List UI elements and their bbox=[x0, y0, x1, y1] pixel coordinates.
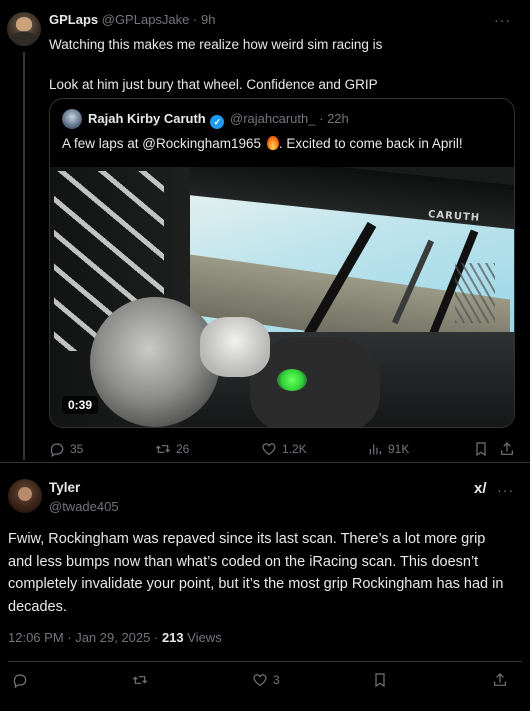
reply-author-handle[interactable]: @twade405 bbox=[49, 499, 119, 514]
video-netting bbox=[455, 263, 495, 323]
grok-icon[interactable]: x/ bbox=[474, 480, 487, 497]
more-icon[interactable]: ··· bbox=[497, 482, 514, 498]
reply-timestamp[interactable]: 12:06 PM · Jan 29, 2025 bbox=[8, 630, 150, 645]
reply-text: Fwiw, Rockingham was repaved since its l… bbox=[8, 531, 504, 615]
video-green-light bbox=[277, 369, 307, 391]
quoted-post-text: A few laps at @Rockingham1965 . Excited … bbox=[62, 135, 463, 153]
share-button[interactable] bbox=[492, 672, 508, 688]
avatar[interactable] bbox=[62, 109, 82, 129]
fire-icon bbox=[266, 136, 279, 150]
reply-actions: 3 bbox=[0, 672, 530, 694]
bookmark-icon bbox=[476, 442, 486, 457]
author-name[interactable]: GPLaps bbox=[49, 12, 98, 27]
reply-button[interactable]: 35 bbox=[49, 441, 83, 457]
views-count: 91K bbox=[388, 442, 410, 456]
reply-views-label: Views bbox=[183, 630, 222, 645]
reply-meta: 12:06 PM · Jan 29, 2025 · 213 Views bbox=[8, 630, 222, 645]
like-button[interactable]: 1.2K bbox=[261, 441, 307, 457]
video-player[interactable]: CARUTH 0:39 bbox=[50, 167, 514, 427]
reply-icon bbox=[13, 674, 27, 688]
video-driver-glove bbox=[200, 317, 270, 377]
like-button[interactable]: 3 bbox=[252, 672, 280, 688]
quoted-text-suffix: . Excited to come back in April! bbox=[278, 136, 463, 151]
post-text: Watching this makes me realize how weird… bbox=[49, 37, 383, 92]
verified-badge-icon: ✓ bbox=[210, 115, 225, 129]
like-count: 3 bbox=[273, 673, 280, 687]
repost-count: 26 bbox=[176, 442, 190, 456]
like-count: 1.2K bbox=[282, 442, 307, 456]
reply-button[interactable] bbox=[12, 672, 28, 688]
video-duration: 0:39 bbox=[62, 396, 99, 414]
bookmark-button[interactable] bbox=[372, 672, 388, 688]
share-icon bbox=[494, 673, 506, 686]
share-button[interactable] bbox=[499, 441, 515, 457]
quoted-post-time[interactable]: 22h bbox=[327, 111, 349, 126]
separator-dot: · bbox=[150, 630, 162, 645]
repost-icon bbox=[132, 676, 148, 684]
more-icon[interactable]: ··· bbox=[494, 12, 511, 28]
quoted-author-name[interactable]: Rajah Kirby Caruth bbox=[88, 111, 206, 126]
views-button[interactable]: 91K bbox=[367, 441, 409, 457]
divider bbox=[8, 661, 522, 662]
author-handle[interactable]: @GPLapsJake bbox=[102, 12, 190, 27]
post-header: GPLaps @GPLapsJake · 9h bbox=[49, 12, 215, 28]
repost-button[interactable]: 26 bbox=[155, 441, 189, 457]
reply-author-name[interactable]: Tyler bbox=[49, 480, 80, 495]
thread-line bbox=[23, 52, 25, 460]
heart-icon bbox=[253, 674, 267, 687]
analytics-icon bbox=[369, 444, 381, 455]
separator-dot: · bbox=[319, 111, 324, 126]
reply-icon bbox=[50, 443, 64, 457]
heart-icon bbox=[262, 443, 276, 456]
repost-button[interactable] bbox=[132, 672, 148, 688]
divider bbox=[0, 462, 530, 463]
quoted-text-main: A few laps at @Rockingham1965 bbox=[62, 136, 262, 151]
post-time[interactable]: 9h bbox=[201, 12, 215, 27]
video-driver-arm bbox=[90, 297, 220, 427]
original-post[interactable]: GPLaps @GPLapsJake · 9h ··· Watching thi… bbox=[0, 0, 530, 462]
quoted-post[interactable]: Rajah Kirby Caruth ✓ @rajahcaruth_ · 22h… bbox=[49, 98, 515, 428]
avatar[interactable] bbox=[7, 12, 41, 46]
bookmark-button[interactable] bbox=[473, 441, 489, 457]
avatar[interactable] bbox=[8, 479, 42, 513]
separator-dot: · bbox=[193, 12, 198, 27]
bookmark-icon bbox=[375, 673, 385, 688]
quoted-post-header: Rajah Kirby Caruth ✓ @rajahcaruth_ · 22h bbox=[88, 111, 349, 129]
reply-count: 35 bbox=[70, 442, 84, 456]
share-icon bbox=[501, 442, 513, 455]
quoted-author-handle[interactable]: @rajahcaruth_ bbox=[230, 111, 315, 126]
post-actions: 35 26 1.2K 91K bbox=[49, 441, 519, 459]
reply-views-count: 213 bbox=[161, 630, 184, 645]
repost-icon bbox=[155, 445, 171, 453]
